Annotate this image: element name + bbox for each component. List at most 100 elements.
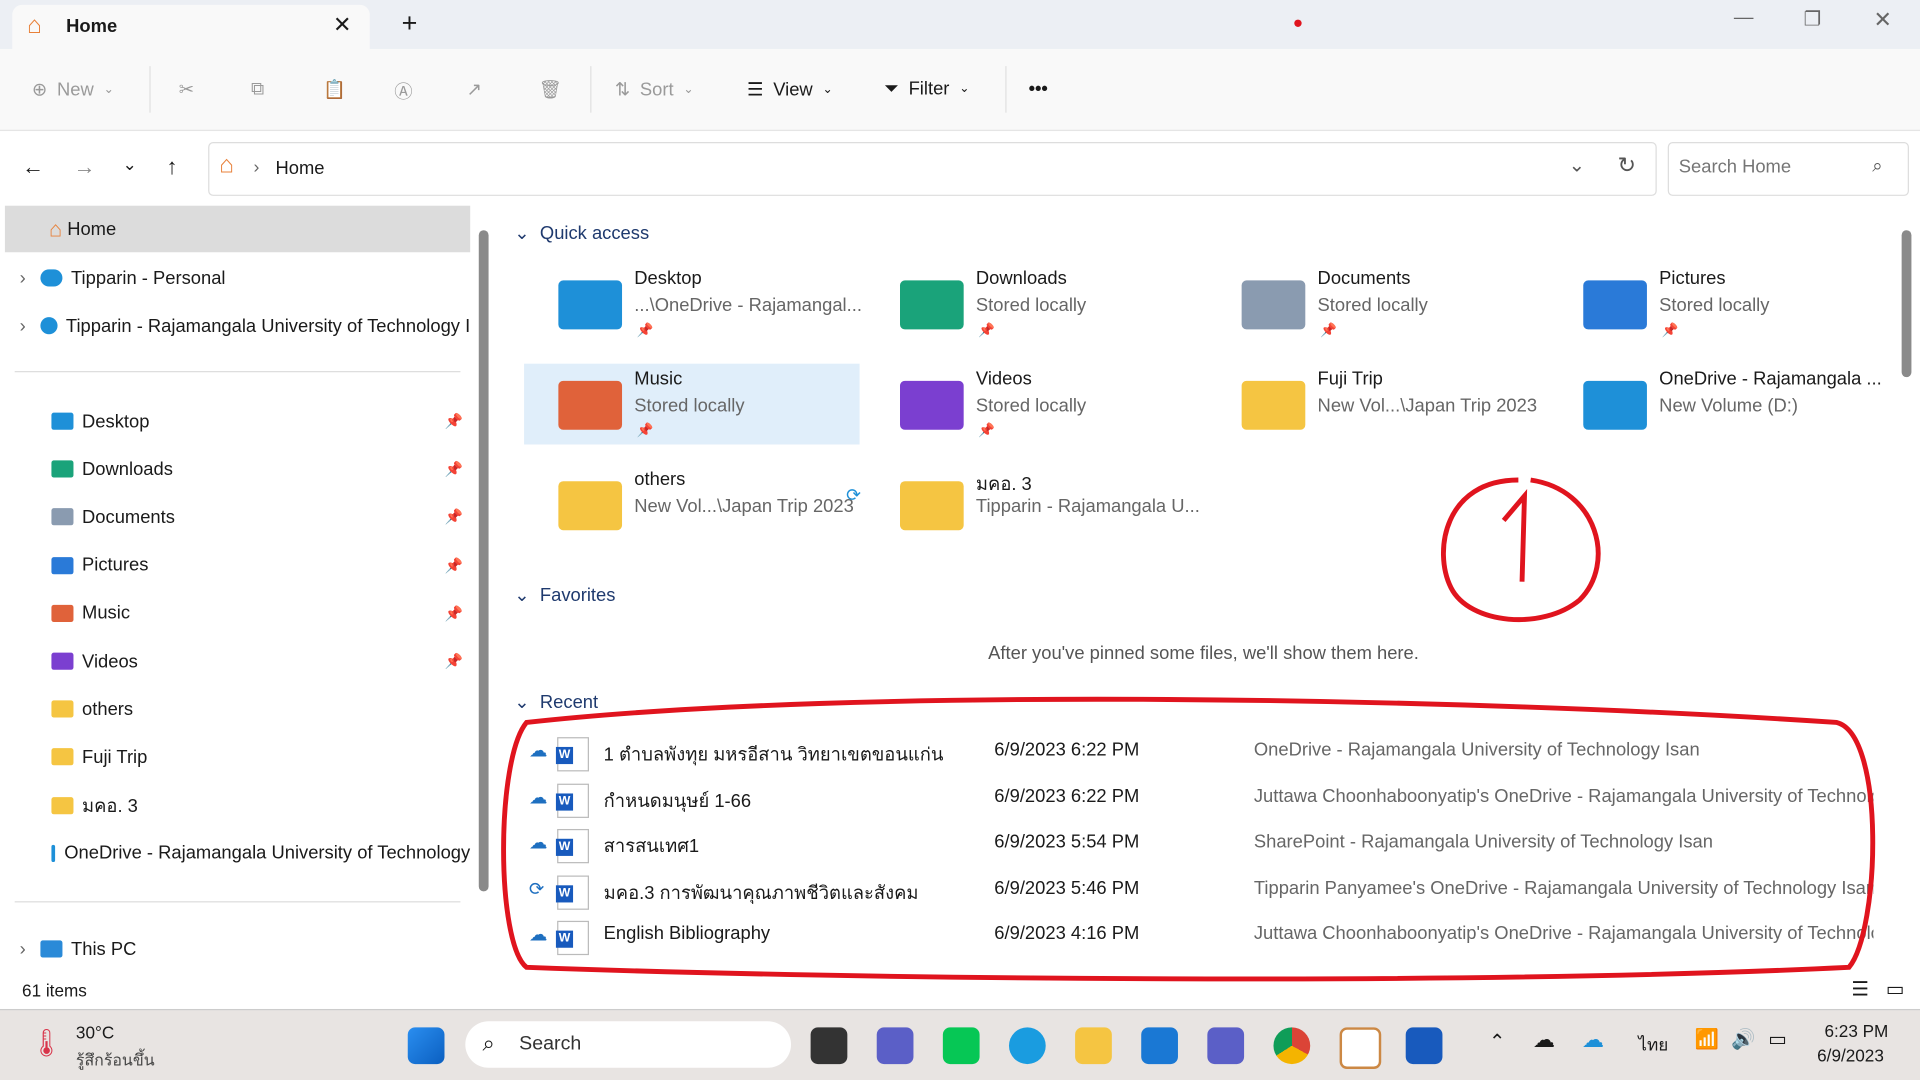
section-title: Favorites: [539, 585, 616, 607]
address-dropdown-icon[interactable]: ⌄: [1569, 153, 1585, 177]
clock-time[interactable]: 6:23 PM: [1824, 1021, 1888, 1041]
copy-icon[interactable]: ⧉: [251, 78, 264, 99]
sidebar-item-onedrive-university[interactable]: › Tipparin - Rajamangala University of Te…: [0, 302, 471, 349]
folder-icon: [1241, 380, 1306, 430]
section-favorites[interactable]: ⌄ Favorites: [514, 584, 615, 606]
sidebar-item[interactable]: Music 📌: [0, 590, 470, 637]
quick-access-item[interactable]: ⟳ มคอ. 3 Tipparin - Rajamangala U...: [846, 464, 1202, 545]
recent-file-row[interactable]: ⟳ W มคอ.3 การพัฒนาคุณภาพชีวิตและสังคม 6/…: [527, 868, 1873, 912]
close-window-button[interactable]: ✕: [1873, 7, 1891, 33]
mail-icon[interactable]: [1141, 1027, 1178, 1065]
quick-access-item[interactable]: Downloads Stored locally 📌: [866, 263, 1202, 344]
start-button[interactable]: [407, 1027, 445, 1065]
quick-access-item[interactable]: Pictures Stored locally 📌: [1549, 263, 1885, 344]
snipping-tool-icon[interactable]: [1339, 1027, 1382, 1069]
chevron-right-icon[interactable]: ›: [20, 939, 26, 960]
sidebar-item[interactable]: OneDrive - Rajamangala University of Tec…: [0, 830, 470, 877]
sidebar-item-home[interactable]: ⌂ Home: [4, 205, 471, 253]
sidebar-item[interactable]: others: [0, 686, 470, 733]
new-tab-button[interactable]: +: [402, 7, 418, 39]
clock-date[interactable]: 6/9/2023: [1817, 1046, 1884, 1066]
view-button[interactable]: ☰ View ⌄: [747, 78, 833, 100]
pin-icon: 📌: [1661, 323, 1679, 338]
sidebar-item-onedrive-personal[interactable]: › Tipparin - Personal: [0, 255, 470, 302]
minimize-button[interactable]: —: [1734, 7, 1754, 29]
section-recent[interactable]: ⌄ Recent: [514, 691, 598, 713]
section-quick-access[interactable]: ⌄ Quick access: [514, 222, 649, 244]
weather-description[interactable]: รู้สึกร้อนขึ้น: [76, 1047, 155, 1073]
taskbar-search[interactable]: ⌕ Search: [465, 1021, 792, 1068]
breadcrumb-home[interactable]: Home: [276, 158, 325, 179]
new-button[interactable]: ⊕ New ⌄: [32, 78, 114, 100]
show-hidden-icons-button[interactable]: ⌃: [1489, 1030, 1505, 1054]
sidebar-item[interactable]: Videos 📌: [0, 638, 470, 685]
recent-file-row[interactable]: ☁ W English Bibliography 6/9/2023 4:16 P…: [527, 914, 1873, 958]
sidebar-item[interactable]: Downloads 📌: [0, 446, 470, 493]
main-scrollbar[interactable]: [1901, 230, 1912, 378]
onedrive-business-icon[interactable]: ☁: [1582, 1027, 1604, 1053]
section-title: Quick access: [539, 222, 650, 244]
quick-access-item[interactable]: Music Stored locally 📌: [524, 363, 860, 445]
line-app-icon[interactable]: [942, 1027, 980, 1065]
sort-button[interactable]: ⇅ Sort ⌄: [615, 78, 694, 100]
cut-icon[interactable]: ✂: [179, 78, 194, 101]
sidebar-item[interactable]: Pictures 📌: [0, 542, 470, 589]
chevron-right-icon[interactable]: ›: [20, 315, 26, 336]
delete-icon[interactable]: 🗑: [539, 78, 562, 101]
folder-icon: [900, 481, 964, 531]
chrome-icon[interactable]: [1273, 1027, 1311, 1065]
rename-icon[interactable]: Ⓐ: [394, 78, 412, 104]
folder-icon: [558, 481, 623, 531]
recent-file-row[interactable]: ☁ W 1 ตำบลพังทุย มหรอีสาน วิทยาเขตขอนแก่…: [527, 730, 1874, 774]
more-options-button[interactable]: •••: [1029, 78, 1048, 99]
item-location: Stored locally: [975, 295, 1087, 316]
sidebar-item[interactable]: Fuji Trip: [0, 734, 470, 781]
back-button[interactable]: ←: [22, 154, 44, 180]
quick-access-item[interactable]: Desktop ...\OneDrive - Rajamangal... 📌: [524, 263, 862, 344]
chat-icon[interactable]: [876, 1027, 914, 1065]
quick-access-item[interactable]: Videos Stored locally 📌: [866, 364, 1202, 445]
teams-icon[interactable]: [1207, 1027, 1245, 1065]
share-icon[interactable]: ↗: [467, 78, 482, 101]
sidebar-item[interactable]: Desktop 📌: [0, 398, 470, 445]
chevron-right-icon[interactable]: ›: [20, 268, 26, 289]
battery-icon[interactable]: ▭: [1768, 1027, 1787, 1051]
volume-icon[interactable]: 🔊: [1731, 1027, 1755, 1051]
close-tab-icon[interactable]: ✕: [333, 12, 351, 38]
item-location: Tipparin - Rajamangala U...: [975, 495, 1200, 517]
file-explorer-icon[interactable]: [1075, 1027, 1112, 1065]
thermometer-icon[interactable]: 🌡: [29, 1027, 63, 1059]
sidebar-item-this-pc[interactable]: › This PC: [0, 926, 470, 973]
tab-home[interactable]: ⌂ Home ✕: [12, 4, 370, 49]
task-view-icon[interactable]: [810, 1027, 848, 1065]
onedrive-icon[interactable]: ☁: [1533, 1027, 1555, 1053]
quick-access-item[interactable]: Documents Stored locally 📌: [1207, 263, 1543, 344]
sidebar-item[interactable]: Documents 📌: [0, 494, 470, 541]
quick-access-item[interactable]: Fuji Trip New Vol...\Japan Trip 2023: [1207, 364, 1543, 445]
recent-file-row[interactable]: ☁ W สารสนเทศ1 6/9/2023 5:54 PM SharePoin…: [527, 822, 1874, 866]
sidebar-item[interactable]: มคอ. 3: [0, 782, 470, 829]
forward-button[interactable]: →: [73, 154, 95, 180]
filter-button[interactable]: ⏷ Filter ⌄: [884, 78, 969, 99]
search-box[interactable]: ⌕: [1667, 142, 1909, 196]
paste-icon[interactable]: 📋: [323, 78, 346, 101]
up-button[interactable]: ↑: [167, 154, 178, 180]
restore-button[interactable]: ❐: [1804, 7, 1822, 31]
refresh-icon[interactable]: ↻: [1618, 153, 1636, 179]
quick-access-item[interactable]: others New Vol...\Japan Trip 2023: [524, 464, 860, 545]
search-input[interactable]: [1676, 155, 1865, 179]
sidebar-scrollbar[interactable]: [478, 230, 489, 892]
tiles-view-icon[interactable]: ▭: [1886, 977, 1905, 1001]
weather-temperature[interactable]: 30°C: [76, 1022, 114, 1042]
edge-icon[interactable]: [1008, 1027, 1046, 1065]
quick-access-item[interactable]: OneDrive - Rajamangala ... New Volume (D…: [1549, 364, 1885, 445]
word-icon[interactable]: [1405, 1027, 1443, 1065]
recent-file-row[interactable]: ☁ W กำหนดมนุษย์ 1-66 6/9/2023 6:22 PM Ju…: [527, 776, 1873, 820]
address-bar[interactable]: ⌂ › Home ⌄ ↻: [208, 142, 1657, 196]
pin-icon: 📌: [444, 412, 463, 430]
input-language[interactable]: ไทย: [1638, 1032, 1668, 1059]
details-view-icon[interactable]: ☰: [1851, 977, 1869, 1001]
recent-locations-button[interactable]: ⌄: [122, 154, 136, 175]
wifi-icon[interactable]: 📶: [1695, 1027, 1719, 1051]
folder-icon: [1583, 380, 1647, 430]
